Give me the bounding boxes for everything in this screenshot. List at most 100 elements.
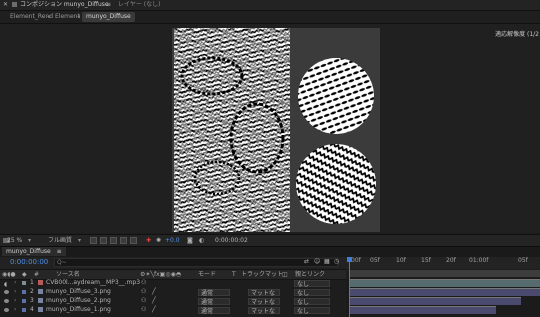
- layer-duration-bar[interactable]: [349, 297, 521, 305]
- region-of-interest-icon[interactable]: [90, 237, 97, 244]
- shy-switch-icon[interactable]: ⚇: [141, 279, 146, 287]
- label-color-swatch[interactable]: [22, 290, 26, 294]
- expand-arrow-icon[interactable]: ›: [14, 297, 16, 305]
- time-ruler[interactable]: 00f 05f 10f 15f 20f 01:00f 05f: [346, 257, 540, 269]
- ruler-tick-label: 15f: [421, 257, 431, 264]
- layer-number-column-icon: #: [34, 271, 40, 278]
- audio-icon[interactable]: ◖: [4, 281, 9, 288]
- show-snapshot-icon[interactable]: ◐: [199, 237, 204, 244]
- viewer-timecode[interactable]: 0:00:00:02: [215, 237, 248, 244]
- exposure-reset-icon[interactable]: ✺: [156, 237, 161, 244]
- composition-canvas[interactable]: [172, 28, 380, 232]
- visibility-eye-icon[interactable]: [4, 308, 9, 312]
- layer-duration-bar[interactable]: [349, 288, 540, 296]
- quality-switch-icon[interactable]: ╱: [152, 306, 156, 314]
- layer-row[interactable]: ◖ › 1 CVB00l...aydream__MP3__.mp3 ⚇ なし: [0, 279, 346, 288]
- timeline-tab-munyo-diffuse[interactable]: munyo_Diffuse ≡: [2, 247, 66, 256]
- image-file-icon: [38, 298, 43, 303]
- layer-name[interactable]: munyo_Diffuse_3.png: [46, 288, 111, 296]
- layer-name[interactable]: CVB00l...aydream__MP3__.mp3: [46, 279, 140, 287]
- breadcrumb-munyo-diffuse[interactable]: munyo_Diffuse: [82, 12, 135, 22]
- mode-dropdown[interactable]: 通常: [198, 297, 230, 306]
- ruler-tick-label: 05f: [370, 257, 380, 264]
- panel-menu-icon[interactable]: ≡: [106, 1, 111, 9]
- layer-row[interactable]: › 3 munyo_Diffuse_2.png ⚇ ╱ 通常 マットな なし: [0, 297, 346, 306]
- comp-flowchart-icon[interactable]: ⇄: [304, 258, 309, 266]
- layer-row[interactable]: › 4 munyo_Diffuse_1.png ⚇ ╱ 通常 マットな なし: [0, 306, 346, 315]
- expand-arrow-icon[interactable]: ›: [14, 288, 16, 296]
- mode-dropdown[interactable]: 通常: [198, 306, 230, 315]
- grid-guides-icon[interactable]: [120, 237, 127, 244]
- layer-name[interactable]: munyo_Diffuse_1.png: [46, 306, 111, 314]
- image-file-icon: [38, 307, 43, 312]
- chevron-down-icon[interactable]: ▾: [28, 237, 31, 244]
- label-color-swatch[interactable]: [22, 281, 26, 285]
- source-name-column[interactable]: ソース名: [56, 271, 80, 278]
- label-column-icon[interactable]: ◆: [22, 271, 27, 278]
- track-matte-dropdown[interactable]: マットな: [248, 306, 280, 315]
- parent-dropdown[interactable]: なし: [294, 288, 330, 297]
- work-area-bar[interactable]: [349, 270, 540, 277]
- chevron-down-icon[interactable]: ▾: [78, 237, 81, 244]
- breadcrumb-separator: ◂: [77, 13, 81, 20]
- shy-layers-icon[interactable]: ☺: [314, 258, 320, 266]
- canvas-artwork: [174, 28, 376, 232]
- ruler-tick-label: 10f: [396, 257, 406, 264]
- composition-breadcrumb: Element_Rend ◂ Element ◂ munyo_Diffuse: [0, 11, 540, 24]
- panel-menu-icon[interactable]: ≡: [57, 248, 62, 255]
- ruler-tick-label: 01:00f: [469, 257, 489, 264]
- layer-duration-bar[interactable]: [349, 279, 540, 287]
- parent-dropdown[interactable]: なし: [294, 306, 330, 315]
- playhead-line[interactable]: [349, 258, 350, 317]
- lock-icon[interactable]: [12, 2, 17, 7]
- graph-editor-icon[interactable]: ◷: [334, 258, 339, 266]
- track-matte-dropdown[interactable]: マットな: [248, 288, 280, 297]
- label-color-swatch[interactable]: [22, 308, 26, 312]
- track-matte-dropdown[interactable]: マットな: [248, 297, 280, 306]
- transparency-grid-icon[interactable]: [100, 237, 107, 244]
- shy-switch-icon[interactable]: ⚇: [141, 288, 146, 296]
- layer-track-area[interactable]: [346, 278, 540, 317]
- channel-icon[interactable]: [130, 237, 137, 244]
- parent-column[interactable]: 親とリンク: [295, 271, 325, 278]
- layer-search-input[interactable]: Q~: [54, 258, 338, 267]
- composition-panel-title[interactable]: コンポジション munyo_Diffuse: [20, 1, 109, 9]
- visibility-eye-icon[interactable]: [4, 290, 9, 294]
- layer-panel-tab[interactable]: レイヤー (なし): [118, 1, 160, 9]
- layer-number: 3: [30, 297, 34, 304]
- shy-switch-icon[interactable]: ⚇: [141, 297, 146, 305]
- color-management-icon[interactable]: ✚: [146, 237, 151, 244]
- expand-arrow-icon[interactable]: ›: [14, 306, 16, 314]
- timeline-tab-label: munyo_Diffuse: [6, 248, 51, 255]
- mode-dropdown[interactable]: 通常: [198, 288, 230, 297]
- label-color-swatch[interactable]: [22, 299, 26, 303]
- camera-snapshot-icon[interactable]: ◙: [187, 237, 193, 244]
- quality-switch-icon[interactable]: ╱: [152, 288, 156, 296]
- shy-switch-icon[interactable]: ⚇: [141, 306, 146, 314]
- current-time-display[interactable]: 0:00:00:00: [10, 258, 48, 266]
- close-icon[interactable]: ✕: [3, 1, 8, 9]
- visibility-eye-icon[interactable]: [4, 299, 9, 303]
- resolution-dropdown[interactable]: フル画質: [48, 237, 72, 244]
- parent-dropdown[interactable]: なし: [294, 279, 330, 288]
- frame-blending-icon[interactable]: ▦: [324, 258, 330, 266]
- parent-dropdown[interactable]: なし: [294, 297, 330, 306]
- pick-whip-column-icon: ◫: [282, 271, 288, 278]
- expand-arrow-icon[interactable]: ›: [14, 279, 16, 287]
- exposure-value[interactable]: +0.0: [165, 237, 180, 244]
- breadcrumb-separator: ◂: [47, 13, 51, 20]
- mode-column[interactable]: モード: [198, 271, 216, 278]
- layer-row[interactable]: › 2 munyo_Diffuse_3.png ⚇ ╱ 通常 マットな なし: [0, 288, 346, 297]
- image-file-icon: [38, 289, 43, 294]
- layer-duration-bar[interactable]: [349, 306, 496, 314]
- zoom-dropdown[interactable]: 25 %: [7, 237, 22, 244]
- track-matte-column[interactable]: トラックマット: [241, 271, 283, 278]
- ruler-tick-label: 00f: [351, 257, 361, 264]
- mask-visibility-icon[interactable]: [110, 237, 117, 244]
- quality-switch-icon[interactable]: ╱: [152, 297, 156, 305]
- av-features-icon[interactable]: ◉◖●: [2, 271, 16, 278]
- layer-name[interactable]: munyo_Diffuse_2.png: [46, 297, 111, 305]
- switches-column-icons: ⚙✶╲fx▣◎◉◓: [140, 271, 182, 278]
- layer-number: 2: [30, 288, 34, 295]
- ruler-tick-label: 20f: [446, 257, 456, 264]
